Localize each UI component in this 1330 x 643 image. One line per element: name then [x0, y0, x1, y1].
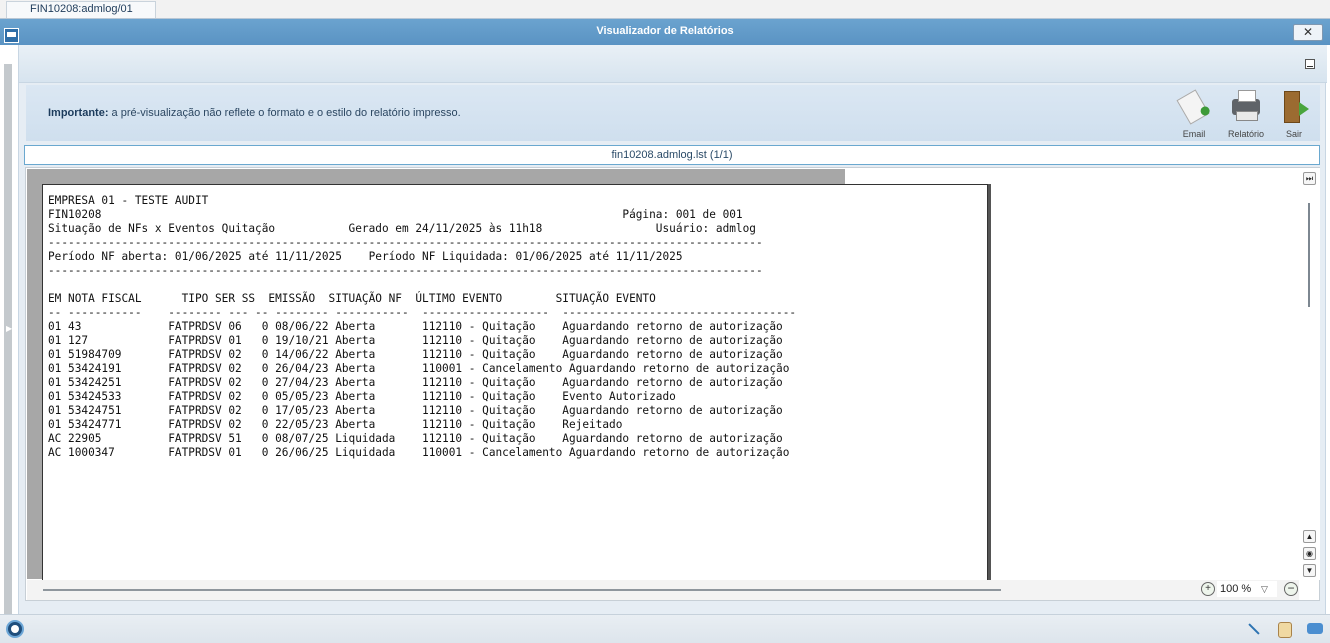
window-title: Visualizador de Relatórios [596, 25, 734, 37]
file-name-bar: fin10208.admlog.lst (1/1) [24, 145, 1320, 165]
report-line: 01 53424771 FATPRDSV 02 0 22/05/23 Abert… [48, 418, 623, 431]
report-label: Relatório [1227, 129, 1265, 139]
report-preview-area[interactable]: EMPRESA 01 - TESTE AUDIT FIN10208 Página… [25, 167, 1320, 601]
status-bar [0, 614, 1330, 643]
important-notice: Importante: a pré-visualização não refle… [48, 107, 461, 119]
horizontal-scrollbar[interactable] [27, 580, 1299, 600]
report-viewer-window: Visualizador de Relatórios ✕ ▶ Important… [0, 18, 1330, 617]
chat-icon[interactable] [1306, 620, 1324, 638]
report-page: EMPRESA 01 - TESTE AUDIT FIN10208 Página… [42, 184, 988, 584]
report-line: 01 51984709 FATPRDSV 02 0 14/06/22 Abert… [48, 348, 783, 361]
close-button[interactable]: ✕ [1293, 24, 1323, 41]
email-button[interactable]: Email [1172, 89, 1216, 139]
title-bar: Visualizador de Relatórios ✕ [0, 19, 1330, 45]
info-bar: Importante: a pré-visualização não refle… [26, 85, 1320, 141]
zoom-in-icon[interactable]: + [1201, 582, 1215, 596]
email-icon [1176, 89, 1210, 125]
zoom-select[interactable]: 100 % ▽ [1217, 581, 1277, 597]
minimize-button[interactable] [1305, 59, 1315, 69]
vertical-scrollbar[interactable]: ⏭ ▲ ◉ ▼ [1300, 168, 1320, 580]
report-line: Período NF aberta: 01/06/2025 até 11/11/… [48, 250, 683, 263]
report-text: EMPRESA 01 - TESTE AUDIT FIN10208 Página… [48, 194, 796, 460]
report-line: Situação de NFs x Eventos Quitação Gerad… [48, 222, 756, 235]
exit-label: Sair [1285, 129, 1302, 139]
expand-arrow-icon: ▶ [6, 324, 13, 333]
left-collapse-rail[interactable]: ▶ [4, 64, 12, 614]
zoom-value: 100 % [1220, 583, 1252, 595]
scroll-end-icon[interactable]: ⏭ [1303, 172, 1316, 185]
page-up-icon[interactable]: ▲ [1303, 530, 1316, 543]
report-line: 01 127 FATPRDSV 01 0 19/10/21 Aberta 112… [48, 334, 783, 347]
printer-icon [1232, 90, 1260, 121]
program-tab[interactable]: FIN10208:admlog/01 [6, 1, 156, 18]
report-line: 01 53424191 FATPRDSV 02 0 26/04/23 Abert… [48, 362, 790, 375]
report-line: EM NOTA FISCAL TIPO SER SS EMISSÃO SITUA… [48, 292, 656, 305]
report-line: ----------------------------------------… [48, 236, 763, 249]
zoom-out-icon[interactable]: − [1284, 582, 1298, 596]
report-line: FIN10208 Página: 001 de 001 [48, 208, 743, 221]
report-print-button[interactable]: Relatório [1224, 89, 1268, 139]
report-line: 01 53424751 FATPRDSV 02 0 17/05/23 Abert… [48, 404, 783, 417]
chevron-down-icon: ▽ [1261, 584, 1268, 594]
viewer-panel: Importante: a pré-visualização não refle… [18, 45, 1327, 617]
report-line: 01 53424251 FATPRDSV 02 0 27/04/23 Abert… [48, 376, 783, 389]
panel-header [19, 45, 1327, 83]
totvs-logo-icon[interactable] [6, 620, 24, 638]
report-line: -- ----------- -------- --- -- -------- … [48, 306, 797, 319]
report-line: ----------------------------------------… [48, 264, 763, 277]
report-line: 01 53424533 FATPRDSV 02 0 05/05/23 Abert… [48, 390, 676, 403]
close-icon: ✕ [1302, 25, 1314, 39]
horizontal-scroll-track[interactable] [43, 589, 1001, 591]
report-line: AC 22905 FATPRDSV 51 0 08/07/25 Liquidad… [48, 432, 783, 445]
top-tab-bar: FIN10208:admlog/01 [0, 0, 1330, 18]
exit-button[interactable]: Sair [1272, 89, 1316, 139]
report-line: AC 1000347 FATPRDSV 01 0 26/06/25 Liquid… [48, 446, 790, 459]
exit-door-icon [1284, 91, 1309, 123]
important-text: a pré-visualização não reflete o formato… [108, 107, 461, 119]
resize-icon[interactable] [1245, 620, 1263, 638]
report-line: 01 43 FATPRDSV 06 0 08/06/22 Aberta 1121… [48, 320, 783, 333]
hand-icon[interactable] [1276, 620, 1294, 638]
page-center-icon[interactable]: ◉ [1303, 547, 1316, 560]
report-line: EMPRESA 01 - TESTE AUDIT [48, 194, 209, 207]
email-label: Email [1182, 129, 1206, 139]
important-label: Importante: [48, 107, 109, 119]
page-down-icon[interactable]: ▼ [1303, 564, 1316, 577]
scroll-thumb[interactable] [1308, 203, 1310, 307]
